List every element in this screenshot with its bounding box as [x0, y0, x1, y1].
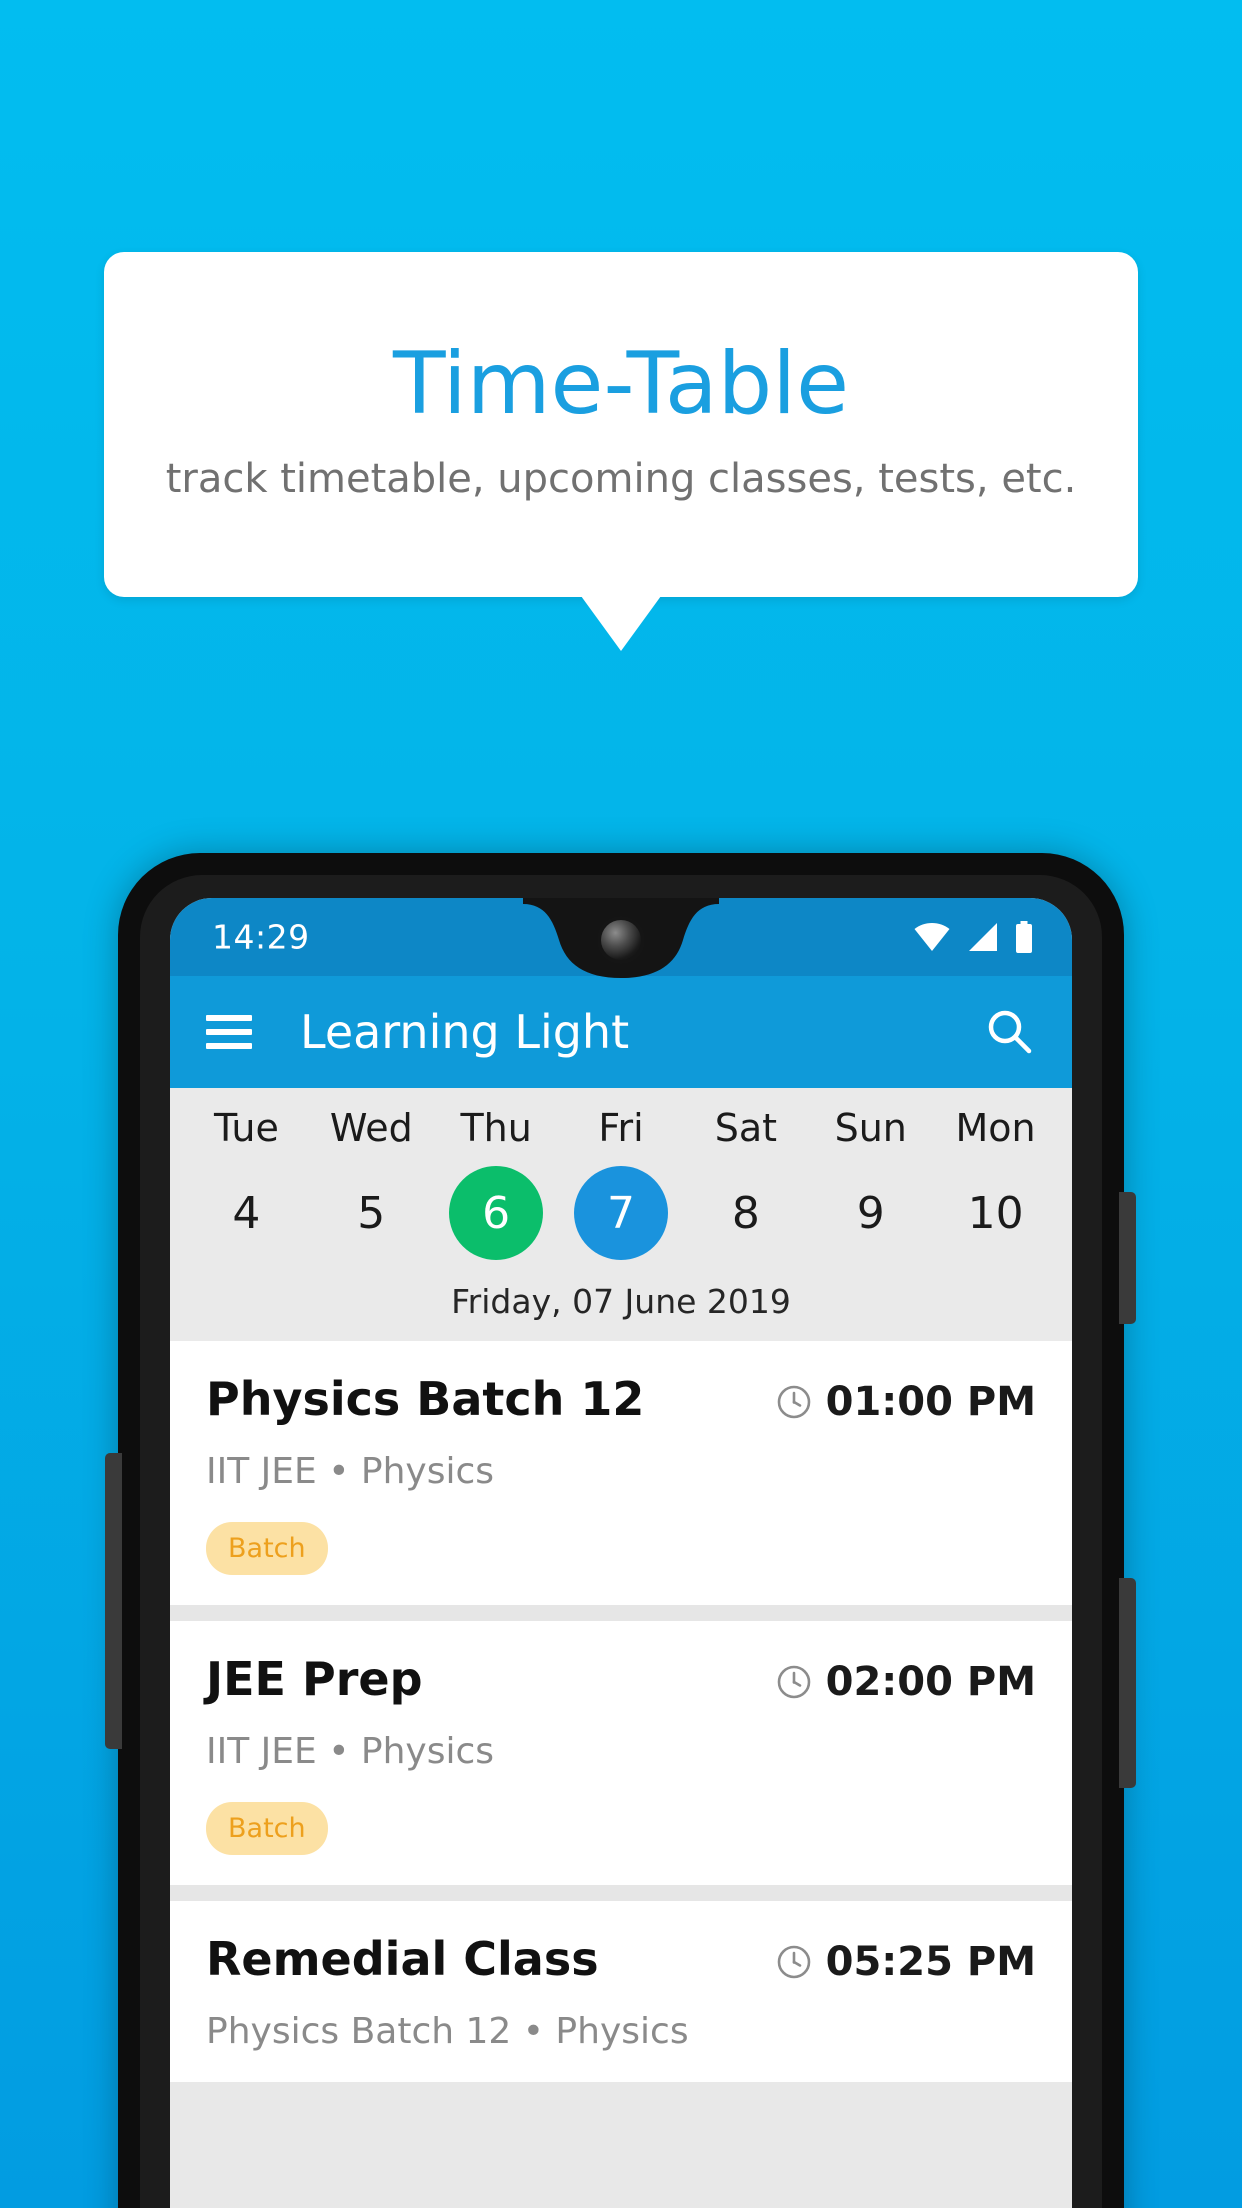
event-chip-row: Batch	[206, 1802, 1036, 1855]
status-bar: 14:29	[170, 898, 1072, 978]
event-subtitle: IIT JEE • Physics	[206, 1731, 495, 1772]
weekday-label: Fri	[598, 1106, 644, 1150]
search-icon[interactable]	[984, 1006, 1036, 1058]
event-time: 02:00 PM	[776, 1655, 1036, 1705]
date-row: 4 5 6 7 8 9 10	[170, 1164, 1072, 1260]
event-time-text: 01:00 PM	[825, 1379, 1036, 1425]
signal-icon	[966, 922, 998, 952]
event-title: Physics Batch 12	[206, 1372, 645, 1426]
event-time-text: 05:25 PM	[825, 1939, 1036, 1985]
date-cell-selected[interactable]: 7	[559, 1166, 684, 1260]
event-title: JEE Prep	[206, 1652, 423, 1706]
weekday-label: Sat	[714, 1106, 778, 1150]
weekday-label: Sun	[834, 1106, 907, 1150]
promo-screenshot: Time-Table track timetable, upcoming cla…	[0, 0, 1242, 2208]
phone-volume-button-left[interactable]	[105, 1453, 122, 1749]
phone-volume-button-right[interactable]	[1119, 1578, 1136, 1788]
weekday-label: Wed	[329, 1106, 413, 1150]
date-strip: Tue Wed Thu Fri Sat Sun Mon 4 5 6 7 8 9 …	[170, 1088, 1072, 1341]
front-camera-icon	[601, 920, 641, 960]
event-type-chip[interactable]: Batch	[206, 1802, 328, 1855]
phone-power-button[interactable]	[1119, 1192, 1136, 1324]
weekday-label: Thu	[460, 1106, 532, 1150]
event-card[interactable]: Physics Batch 12 01:00 PM IIT JEE • Phys…	[170, 1341, 1072, 1605]
hamburger-menu-icon[interactable]	[206, 1015, 252, 1049]
battery-icon	[1014, 921, 1034, 953]
date-pill[interactable]: 8	[699, 1166, 793, 1260]
date-cell[interactable]: 10	[933, 1166, 1058, 1260]
event-chip-row: Batch	[206, 1522, 1036, 1575]
date-cell[interactable]: 8	[683, 1166, 808, 1260]
weekday-row: Tue Wed Thu Fri Sat Sun Mon	[170, 1106, 1072, 1164]
promo-title: Time-Table	[393, 333, 849, 434]
date-pill[interactable]: 10	[949, 1166, 1043, 1260]
event-time-text: 02:00 PM	[825, 1659, 1036, 1705]
date-pill[interactable]: 5	[324, 1166, 418, 1260]
event-card[interactable]: Remedial Class 05:25 PM Physics Batch 12…	[170, 1901, 1072, 2082]
date-cell[interactable]: 4	[184, 1166, 309, 1260]
date-pill-today[interactable]: 6	[449, 1166, 544, 1260]
event-time: 01:00 PM	[776, 1375, 1036, 1425]
event-type-chip[interactable]: Batch	[206, 1522, 328, 1575]
clock-icon	[776, 1664, 812, 1700]
camera-notch	[523, 898, 719, 980]
date-cell[interactable]: 9	[808, 1166, 933, 1260]
status-bar-clock: 14:29	[212, 917, 310, 957]
date-cell[interactable]: 5	[309, 1166, 434, 1260]
event-title: Remedial Class	[206, 1932, 599, 1986]
clock-icon	[776, 1944, 812, 1980]
promo-callout-card: Time-Table track timetable, upcoming cla…	[104, 252, 1138, 597]
event-subtitle: Physics Batch 12 • Physics	[206, 2011, 689, 2052]
date-pill-selected[interactable]: 7	[574, 1166, 668, 1260]
app-bar: Learning Light	[170, 976, 1072, 1088]
selected-date-label: Friday, 07 June 2019	[451, 1282, 791, 1321]
event-card[interactable]: JEE Prep 02:00 PM IIT JEE • Physics Batc…	[170, 1621, 1072, 1885]
device-screen: 14:29 Learning Light Tue Wed Thu Fri Sat…	[170, 898, 1072, 2208]
date-pill[interactable]: 4	[199, 1166, 293, 1260]
date-cell-today[interactable]: 6	[434, 1166, 559, 1260]
status-bar-icons	[914, 921, 1034, 953]
event-list[interactable]: Physics Batch 12 01:00 PM IIT JEE • Phys…	[170, 1341, 1072, 2082]
app-title: Learning Light	[300, 1005, 630, 1059]
promo-subtitle: track timetable, upcoming classes, tests…	[165, 455, 1077, 502]
clock-icon	[776, 1384, 812, 1420]
event-subtitle: IIT JEE • Physics	[206, 1451, 495, 1492]
event-time: 05:25 PM	[776, 1935, 1036, 1985]
wifi-icon	[914, 922, 950, 952]
date-pill[interactable]: 9	[824, 1166, 918, 1260]
weekday-label: Tue	[213, 1106, 279, 1150]
callout-arrow	[581, 596, 661, 651]
weekday-label: Mon	[955, 1106, 1036, 1150]
